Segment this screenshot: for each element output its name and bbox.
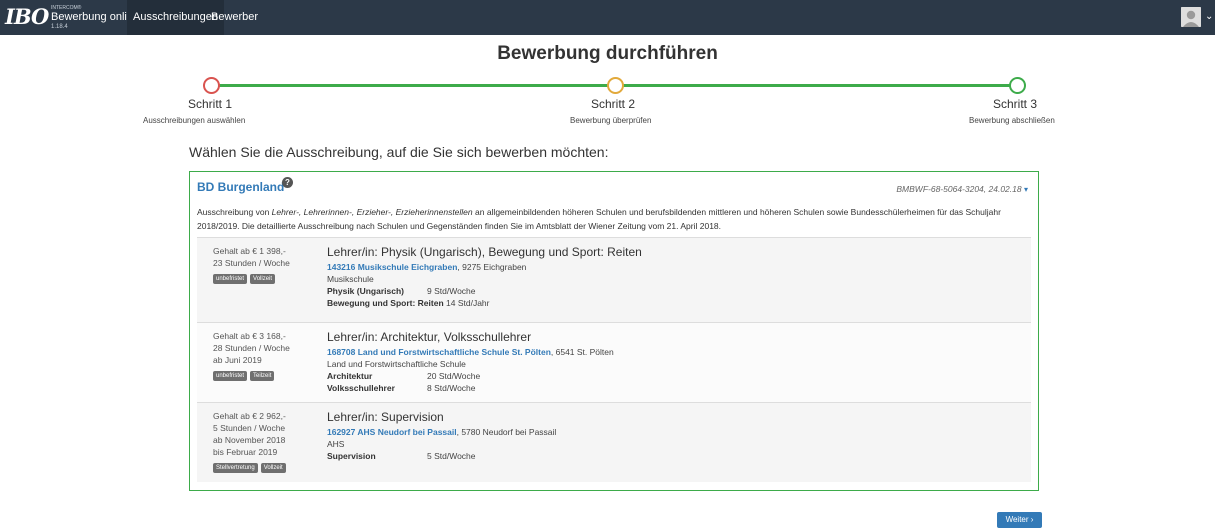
job-end: bis Februar 2019 <box>213 447 278 457</box>
job-title: Lehrer/in: Supervision <box>327 410 444 424</box>
step-2-circle <box>607 77 624 94</box>
school-address: , 6541 St. Pölten <box>550 347 614 357</box>
job-row[interactable]: Gehalt ab € 1 398,- 23 Stunden / Woche u… <box>197 237 1031 322</box>
page-title: Bewerbung durchführen <box>497 43 718 64</box>
tender-reference[interactable]: BMBWF-68-5064-3204, 24.02.18 ▾ <box>896 184 1028 195</box>
chevron-down-icon[interactable]: ▾ <box>1024 185 1028 194</box>
job-salary: Gehalt ab € 3 168,- <box>213 331 286 341</box>
school-link[interactable]: 143216 Musikschule Eichgraben <box>327 262 457 272</box>
job-meta: Gehalt ab € 2 962,- 5 Stunden / Woche ab… <box>213 410 289 473</box>
step-3-subtitle: Bewerbung abschließen <box>969 116 1055 125</box>
step-1-subtitle: Ausschreibungen auswählen <box>143 116 246 125</box>
step-2-subtitle: Bewerbung überprüfen <box>570 116 652 125</box>
job-title: Lehrer/in: Physik (Ungarisch), Bewegung … <box>327 245 642 259</box>
badge-contract: unbefristet <box>213 371 248 381</box>
job-hours: 5 Stunden / Woche <box>213 423 286 433</box>
info-icon[interactable]: ? <box>282 177 293 188</box>
subject-row: Bewegung und Sport: Reiten 14 Std/Jahr <box>327 297 642 309</box>
subject-hours: 14 Std/Jahr <box>446 298 490 308</box>
chevron-down-icon[interactable]: ⌄ <box>1205 11 1213 23</box>
badge-employment: Vollzeit <box>260 463 286 473</box>
step-2-title: Schritt 2 <box>591 97 636 111</box>
subject-hours: 5 Std/Woche <box>427 451 476 461</box>
progress-line-1 <box>218 84 608 87</box>
job-body: Lehrer/in: Physik (Ungarisch), Bewegung … <box>327 245 642 309</box>
ibo-logo[interactable]: IBO <box>5 5 49 29</box>
job-salary: Gehalt ab € 1 398,- <box>213 246 286 256</box>
job-row[interactable]: Gehalt ab € 3 168,- 28 Stunden / Woche a… <box>197 322 1031 402</box>
school-link[interactable]: 168708 Land und Forstwirtschaftliche Sch… <box>327 347 551 357</box>
badge-contract: unbefristet <box>213 274 248 284</box>
badge-contract: Stellvertretung <box>213 463 258 473</box>
subject-hours: 9 Std/Woche <box>427 286 476 296</box>
subject-name: Supervision <box>327 451 376 461</box>
subject-name: Architektur <box>327 371 373 381</box>
subject-hours: 8 Std/Woche <box>427 383 476 393</box>
job-hours: 23 Stunden / Woche <box>213 258 290 268</box>
desc-roles: Lehrer-, Lehrerinnen-, Erzieher-, Erzieh… <box>271 207 473 217</box>
next-button[interactable]: Weiter › <box>997 512 1042 528</box>
reference-text: BMBWF-68-5064-3204, 24.02.18 <box>896 184 1022 194</box>
school-type: Musikschule <box>327 274 374 284</box>
progress-line-2 <box>623 84 1010 87</box>
desc-prefix: Ausschreibung von <box>197 207 272 217</box>
top-navbar: IBO INTERCOM® Bewerbung online 1.18.4 Au… <box>0 0 1215 35</box>
tender-card: BD Burgenland ? BMBWF-68-5064-3204, 24.0… <box>189 171 1039 491</box>
job-hours: 28 Stunden / Woche <box>213 343 290 353</box>
nav-bewerber[interactable]: Bewerber <box>205 0 264 35</box>
job-row[interactable]: Gehalt ab € 2 962,- 5 Stunden / Woche ab… <box>197 402 1031 482</box>
school-address: , 5780 Neudorf bei Passail <box>456 427 557 437</box>
subject-name: Volksschullehrer <box>327 383 395 393</box>
subject-hours: 20 Std/Woche <box>427 371 481 381</box>
subject-row: Volksschullehrer 8 Std/Woche <box>327 382 614 394</box>
school-address: , 9275 Eichgraben <box>457 262 527 272</box>
user-icon <box>1181 7 1201 27</box>
job-body: Lehrer/in: Supervision 162927 AHS Neudor… <box>327 410 556 462</box>
user-avatar[interactable] <box>1181 7 1201 27</box>
school-link[interactable]: 162927 AHS Neudorf bei Passail <box>327 427 457 437</box>
job-start: ab Juni 2019 <box>213 355 262 365</box>
subject-name: Physik (Ungarisch) <box>327 286 404 296</box>
badge-employment: Teilzeit <box>250 371 275 381</box>
card-title[interactable]: BD Burgenland <box>197 180 284 195</box>
job-title: Lehrer/in: Architektur, Volksschullehrer <box>327 330 532 344</box>
job-salary: Gehalt ab € 2 962,- <box>213 411 286 421</box>
job-body: Lehrer/in: Architektur, Volksschullehrer… <box>327 330 614 394</box>
subject-row: Physik (Ungarisch) 9 Std/Woche <box>327 285 642 297</box>
step-3-circle <box>1009 77 1026 94</box>
step-3-title: Schritt 3 <box>993 97 1038 111</box>
job-meta: Gehalt ab € 3 168,- 28 Stunden / Woche a… <box>213 330 290 381</box>
job-start: ab November 2018 <box>213 435 286 445</box>
school-type: Land und Forstwirtschaftliche Schule <box>327 359 466 369</box>
school-type: AHS <box>327 439 345 449</box>
selection-prompt: Wählen Sie die Ausschreibung, auf die Si… <box>189 144 609 160</box>
step-1-circle <box>203 77 220 94</box>
subject-row: Supervision 5 Std/Woche <box>327 450 556 462</box>
brand-name[interactable]: Bewerbung online <box>51 11 139 24</box>
tender-description: Ausschreibung von Lehrer-, Lehrerinnen-,… <box>197 205 1032 233</box>
badge-employment: Vollzeit <box>250 274 276 284</box>
subject-row: Architektur 20 Std/Woche <box>327 370 614 382</box>
subject-name: Bewegung und Sport: Reiten <box>327 298 444 308</box>
step-1-title: Schritt 1 <box>188 97 233 111</box>
brand-version: 1.18.4 <box>51 24 68 30</box>
job-meta: Gehalt ab € 1 398,- 23 Stunden / Woche u… <box>213 245 290 284</box>
